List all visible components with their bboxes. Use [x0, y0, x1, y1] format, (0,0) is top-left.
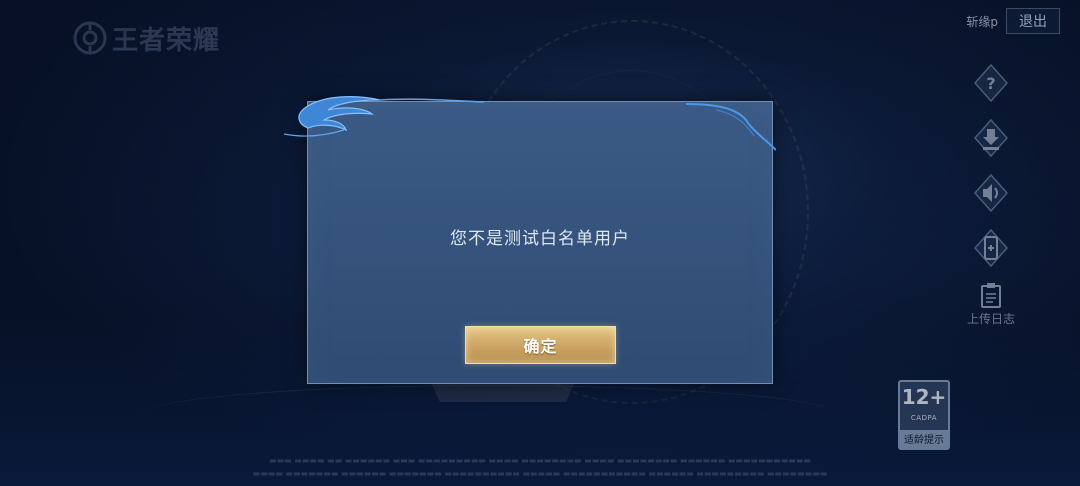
cloud-ornament-icon: [283, 96, 485, 137]
dialog-message: 您不是测试白名单用户: [450, 229, 630, 249]
confirm-button[interactable]: 确定: [465, 326, 616, 364]
wave-ornament-icon: [686, 103, 776, 151]
whitelist-dialog: 您不是测试白名单用户 确定: [283, 96, 776, 384]
game-login-screen: 王者荣耀 斩缘p 退出 ? 上传日志 12+ CADPA 适龄提示 ▬▬▬ ▬▬…: [0, 0, 1080, 486]
